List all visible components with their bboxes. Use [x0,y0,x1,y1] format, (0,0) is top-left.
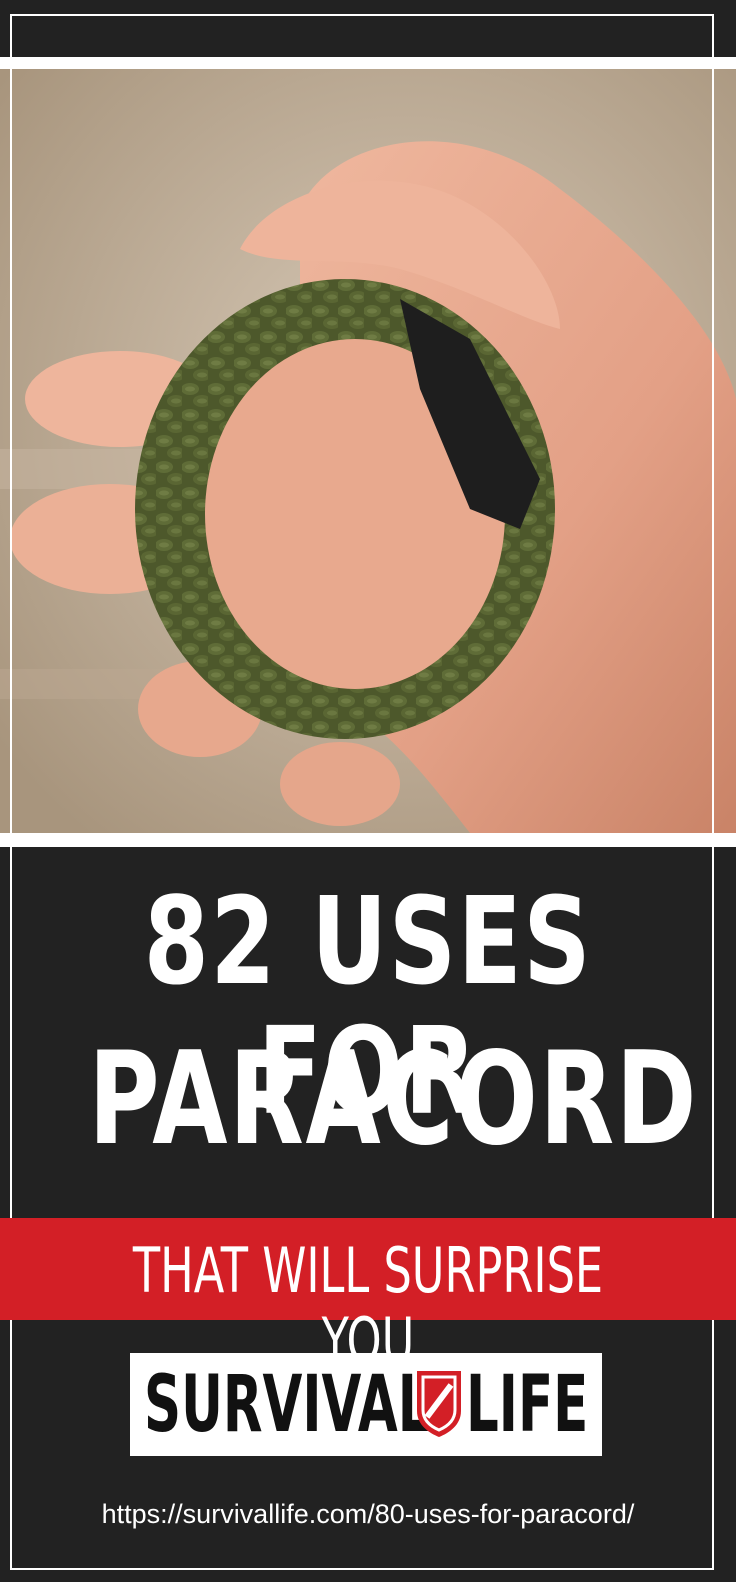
paracord-bracelet-photo [0,69,736,833]
shield-logo-icon [417,1371,461,1437]
subtitle-banner: THAT WILL SURPRISE YOU [0,1218,736,1376]
photo-bottom-border [0,833,736,847]
headline-line-2: PARACORD [88,1025,699,1174]
pin-card: 82 USES FOR PARACORD THAT WILL SURPRISE … [0,0,736,1582]
source-url[interactable]: https://survivallife.com/80-uses-for-par… [0,1497,736,1531]
finger-4 [280,742,400,826]
photo-top-border [0,57,736,69]
subtitle-text: THAT WILL SURPRISE YOU [132,1234,604,1377]
hero-photo [0,57,736,847]
